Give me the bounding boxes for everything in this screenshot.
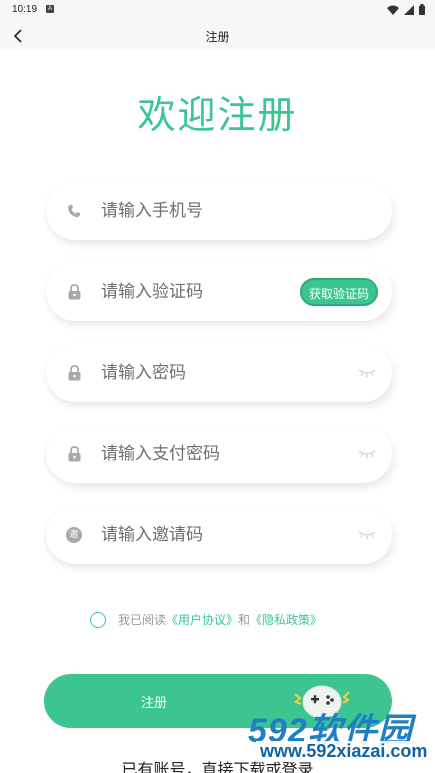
lock-icon [66,364,82,382]
verification-code-input[interactable] [101,279,281,305]
status-icons [387,4,425,15]
invite-code-input[interactable] [101,522,331,548]
eye-closed-icon[interactable] [358,449,376,459]
password-input[interactable] [101,360,331,386]
privacy-policy-link[interactable]: 《隐私政策》 [250,611,322,628]
user-agreement-link[interactable]: 《用户协议》 [166,611,238,628]
phone-field [46,182,392,240]
invite-badge-icon: 邀 [66,526,82,544]
phone-icon [66,202,82,220]
status-bar: 10:19 A [0,0,435,22]
eye-closed-icon[interactable] [358,368,376,378]
agreement-prefix: 我已阅读 [118,613,167,627]
notification-icon: A [46,5,54,13]
agreement-checkbox[interactable] [90,611,106,628]
invite-badge-text: 邀 [69,530,79,540]
agreement-and: 和 [238,613,251,627]
nav-bar: 注册 [0,22,435,50]
password-field [46,344,392,402]
lock-icon [66,283,82,301]
lock-icon [66,445,82,463]
get-code-button[interactable]: 获取验证码 [299,278,378,306]
pay-password-field [46,425,392,483]
welcome-heading: 欢迎注册 [137,93,298,137]
wifi-icon [387,5,399,15]
watermark: 592软件园 www.592xiazai.com [242,703,435,773]
eye-closed-icon[interactable] [358,530,376,540]
register-button-label: 注册 [140,696,167,711]
battery-icon [419,4,425,15]
page-title: 注册 [205,30,230,44]
invite-code-field: 邀 [46,506,392,564]
verification-code-field: 获取验证码 [46,263,392,321]
phone-input[interactable] [101,198,331,224]
status-time: 10:19 [12,4,38,15]
watermark-url: www.592xiazai.com [256,741,432,762]
agreement-row: 我已阅读 《用户协议》 和 《隐私政策》 [90,611,322,628]
pay-password-input[interactable] [101,441,331,467]
signal-icon [404,4,414,15]
